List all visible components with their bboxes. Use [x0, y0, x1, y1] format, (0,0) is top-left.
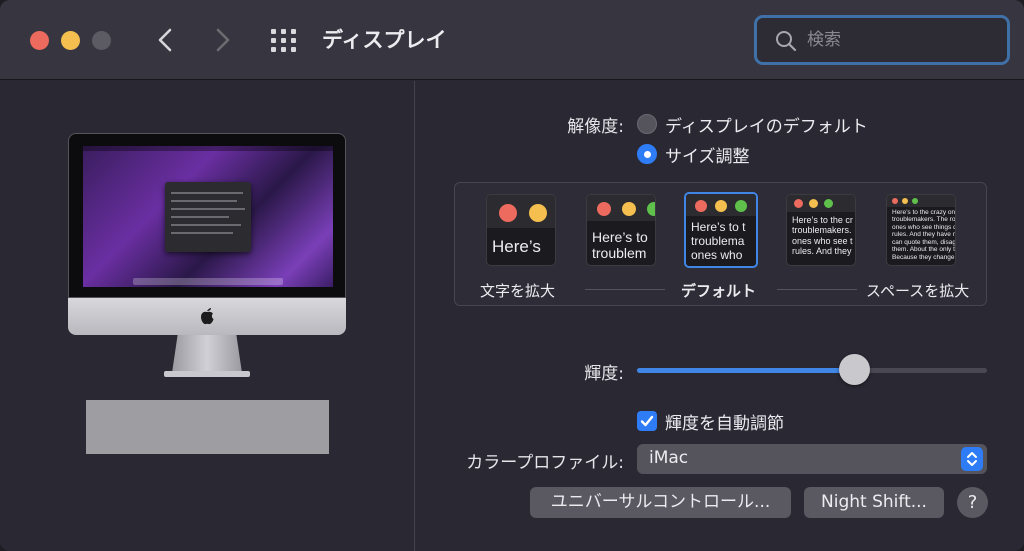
display-settings-panel: 解像度: ディスプレイのデフォルト サイズ調整 Here’s Here’s to…: [415, 81, 1024, 551]
checkmark-icon: [640, 415, 654, 427]
chevron-left-icon: [158, 28, 172, 52]
display-name-placeholder: [86, 400, 329, 454]
auto-brightness-label[interactable]: 輝度を自動調節: [665, 409, 784, 434]
chevron-right-icon: [216, 28, 230, 52]
grid-dot: [291, 38, 296, 43]
universal-control-button[interactable]: ユニバーサルコントロール...: [530, 487, 791, 518]
resolution-label: 解像度:: [567, 117, 624, 137]
zoom-button: [92, 31, 111, 50]
scale-option-sample-text: Here’s to t troublema ones who: [691, 220, 746, 262]
scale-label-more-space: スペースを拡大: [866, 282, 970, 300]
grid-dot: [291, 29, 296, 34]
preferences-window: ディスプレイ 検索 解像度: ディスプレイのデフォルト サイズ調整 Here’s…: [0, 0, 1024, 551]
scale-option-sample-text: Here’s: [492, 237, 541, 256]
color-profile-label: カラープロファイル:: [466, 453, 624, 473]
imac-bezel: [68, 133, 346, 298]
scale-option-2[interactable]: Here’s to troublem: [586, 194, 656, 266]
radio-default-resolution[interactable]: [637, 114, 657, 134]
color-profile-select[interactable]: iMac: [637, 444, 987, 474]
brightness-slider-fill: [637, 368, 854, 373]
imac-base: [164, 371, 250, 377]
grid-dot: [271, 38, 276, 43]
minimize-button[interactable]: [61, 31, 80, 50]
show-all-grid-icon[interactable]: [271, 28, 299, 52]
close-button[interactable]: [30, 31, 49, 50]
radio-scaled-resolution[interactable]: [637, 144, 657, 164]
help-button[interactable]: ?: [957, 487, 988, 518]
grid-dot: [281, 29, 286, 34]
scale-separator: [777, 289, 857, 290]
window-title: ディスプレイ: [322, 28, 447, 52]
scaling-options-box: Here’s Here’s to troublem Here’s to t tr…: [454, 182, 987, 306]
brightness-label: 輝度:: [584, 364, 624, 384]
scale-label-larger-text: 文字を拡大: [480, 282, 556, 300]
forward-button: [210, 26, 234, 54]
select-arrows-icon: [961, 447, 983, 471]
search-icon: [776, 31, 797, 52]
grid-dot: [271, 29, 276, 34]
scale-label-default: デフォルト: [681, 282, 757, 300]
scale-option-default[interactable]: Here’s to t troublema ones who: [684, 192, 758, 268]
imac-menubar: [83, 146, 333, 151]
titlebar: ディスプレイ: [0, 0, 1024, 80]
apple-logo-icon: [201, 308, 214, 325]
radio-default-resolution-label[interactable]: ディスプレイのデフォルト: [665, 112, 868, 137]
grid-dot: [271, 47, 276, 52]
scale-separator: [585, 289, 665, 290]
radio-scaled-resolution-label[interactable]: サイズ調整: [665, 142, 750, 167]
imac-screen-wallpaper: [83, 146, 333, 287]
scale-option-4[interactable]: Here’s to the cr troublemakers. ones who…: [786, 194, 856, 266]
grid-dot: [281, 47, 286, 52]
scale-option-sample-text: Here’s to the crazy one troublemakers. T…: [892, 209, 956, 261]
brightness-slider[interactable]: [637, 368, 987, 373]
imac-dock: [133, 278, 283, 285]
search-input[interactable]: [807, 26, 997, 54]
auto-brightness-checkbox[interactable]: [637, 411, 657, 431]
display-preview-panel: [0, 81, 414, 551]
grid-dot: [281, 38, 286, 43]
scale-option-larger-text[interactable]: Here’s: [486, 194, 556, 266]
search-box[interactable]: [754, 15, 1010, 65]
imac-document-window: [165, 182, 251, 252]
color-profile-value: iMac: [649, 448, 689, 468]
scale-option-sample-text: Here’s to troublem: [592, 229, 648, 262]
scale-option-more-space[interactable]: Here’s to the crazy one troublemakers. T…: [886, 194, 956, 266]
scale-option-sample-text: Here’s to the cr troublemakers. ones who…: [792, 215, 853, 257]
grid-dot: [291, 47, 296, 52]
brightness-slider-knob[interactable]: [838, 354, 870, 385]
night-shift-button[interactable]: Night Shift...: [804, 487, 944, 518]
imac-stand: [172, 335, 242, 373]
imac-illustration: [68, 133, 348, 378]
back-button[interactable]: [154, 26, 178, 54]
